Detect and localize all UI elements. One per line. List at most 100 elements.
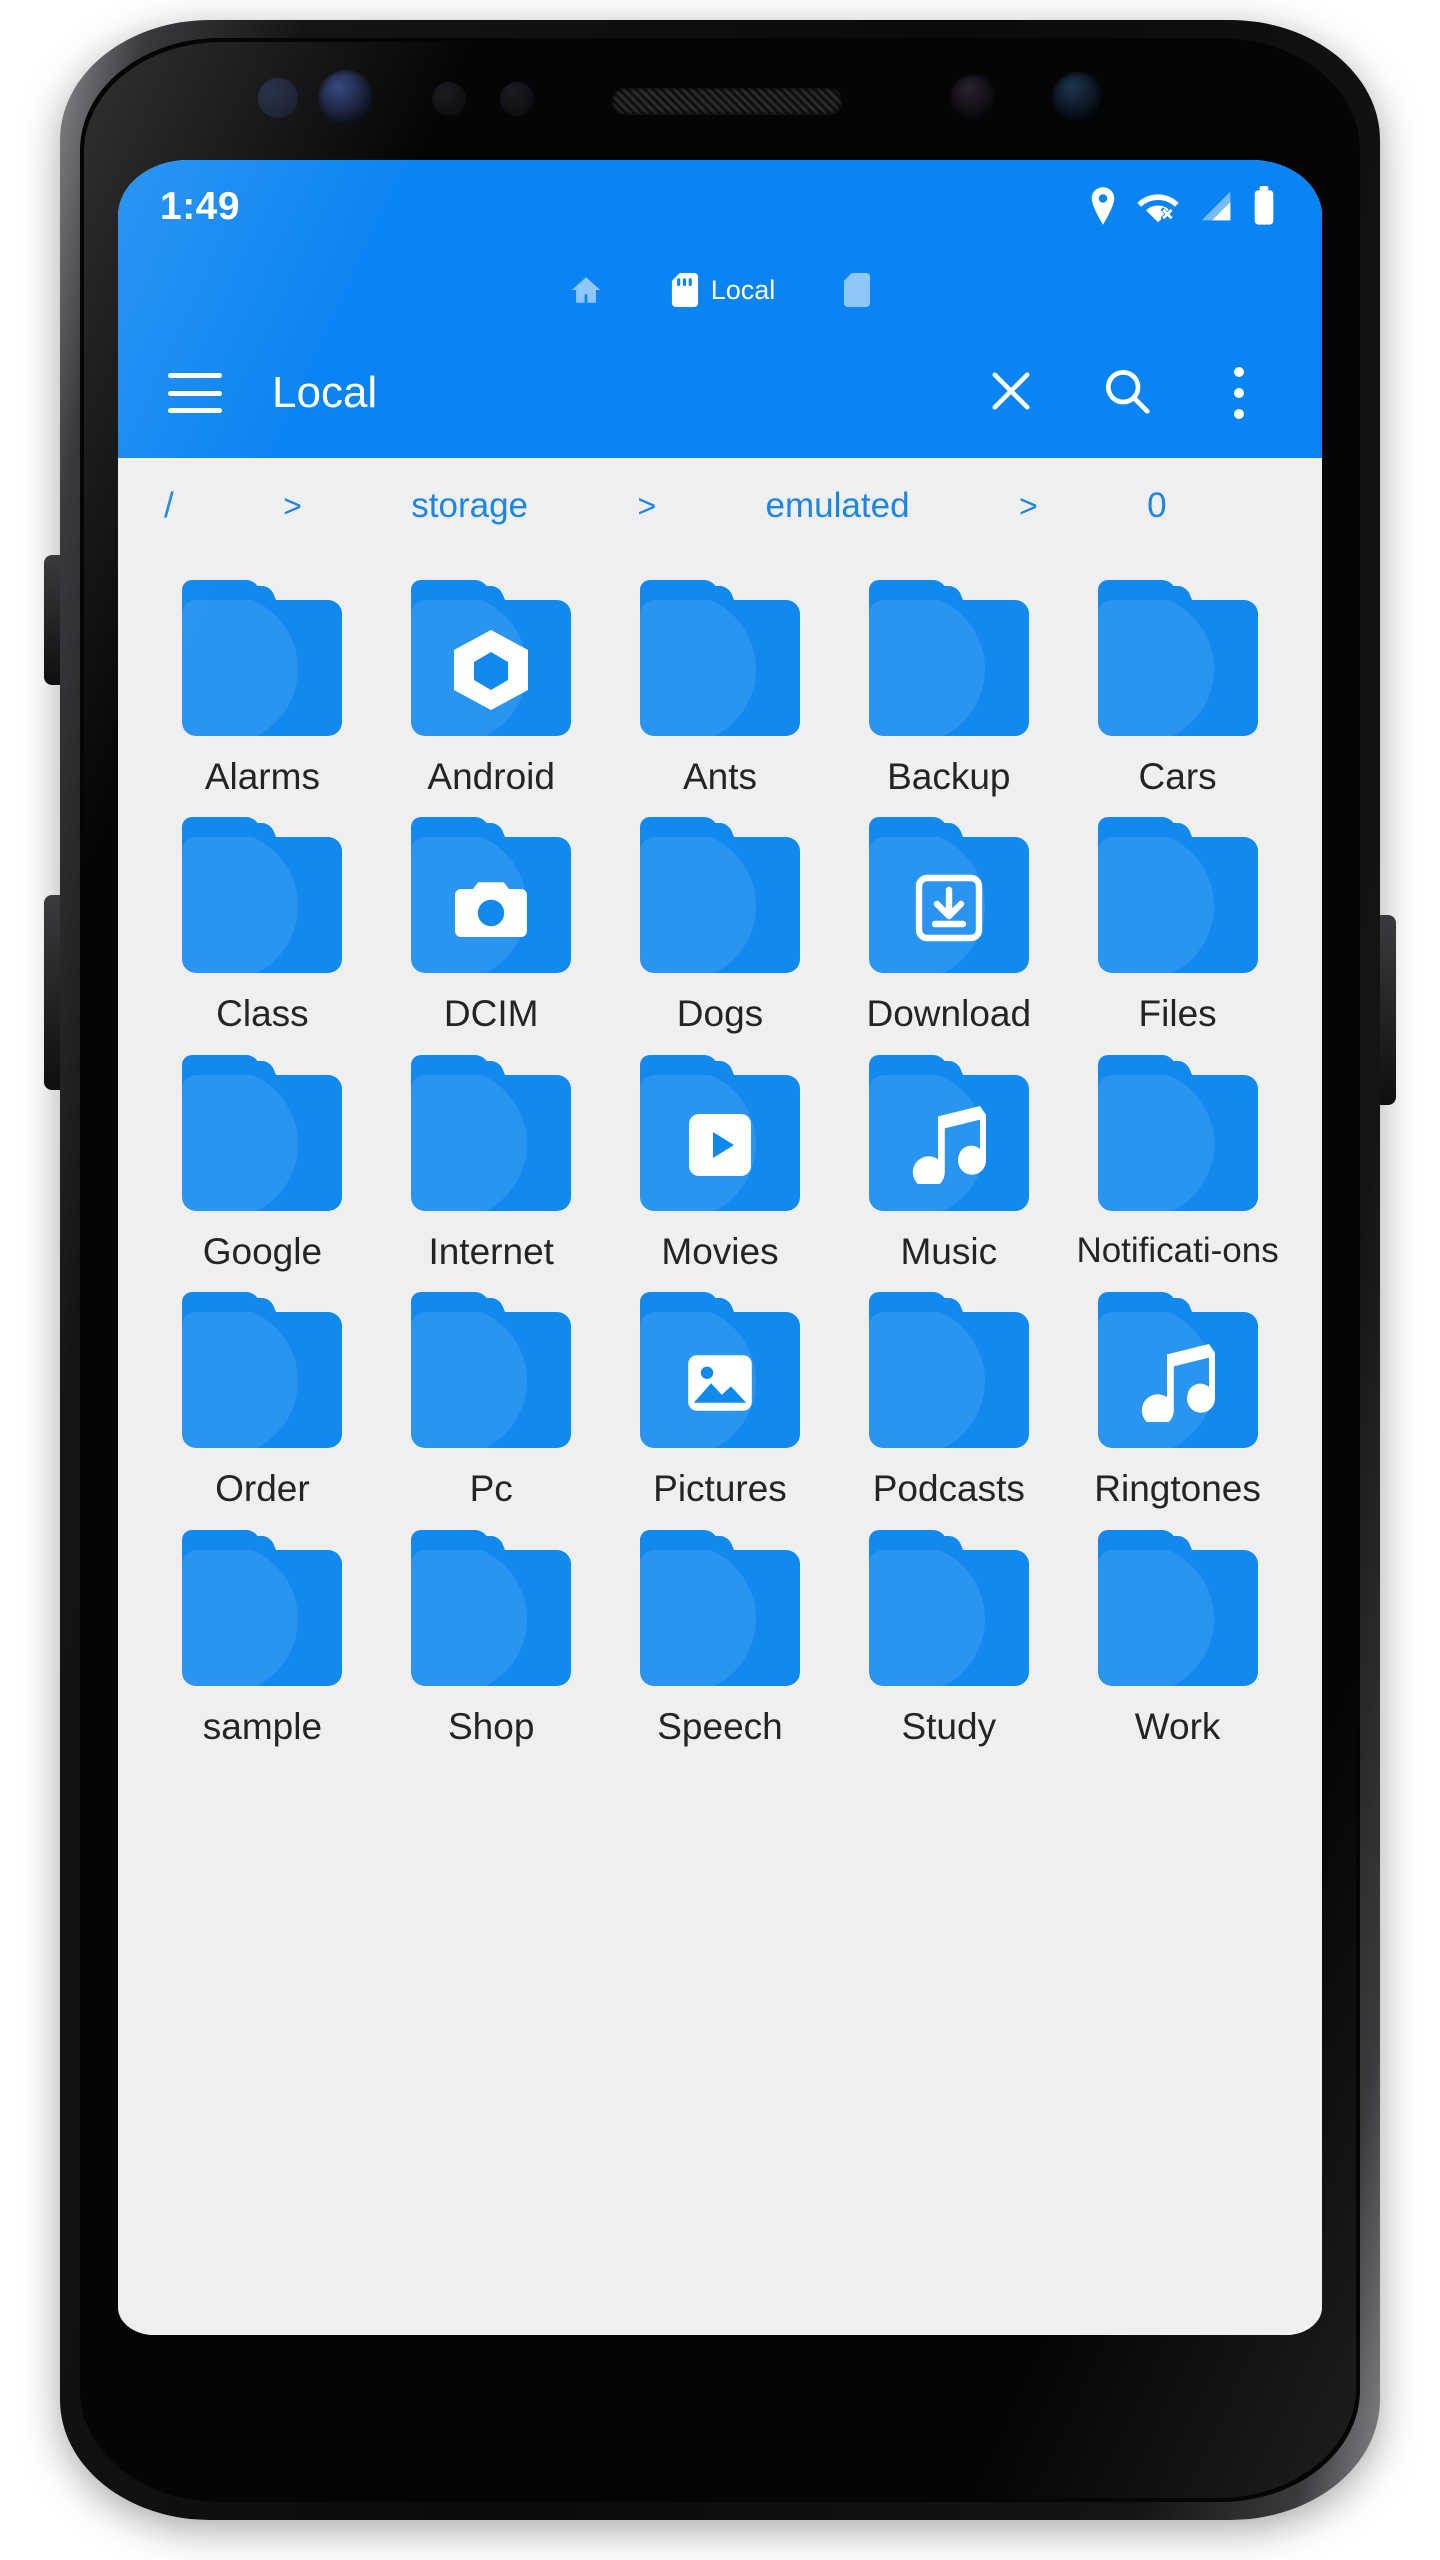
file-grid-item[interactable]: Shop — [377, 1516, 606, 1747]
file-name-label: sample — [203, 1706, 322, 1747]
folder-body — [640, 1550, 800, 1686]
file-grid-item[interactable]: Pc — [377, 1278, 606, 1509]
file-grid-item[interactable]: Cars — [1063, 566, 1292, 797]
file-name-label: Pc — [470, 1468, 513, 1509]
folder-body — [1098, 600, 1258, 736]
file-grid-item[interactable]: sample — [148, 1516, 377, 1747]
file-grid-item[interactable]: Google — [148, 1041, 377, 1272]
play-icon — [686, 1111, 754, 1179]
home-icon — [569, 273, 603, 307]
file-grid-item[interactable]: Files — [1063, 803, 1292, 1034]
close-button[interactable] — [968, 350, 1054, 436]
file-name-label: Android — [427, 756, 555, 797]
file-grid-item[interactable]: Download — [834, 803, 1063, 1034]
folder-body — [182, 1550, 342, 1686]
folder-icon — [869, 1055, 1029, 1211]
file-name-label: Download — [867, 993, 1032, 1034]
folder-icon — [182, 817, 342, 973]
wifi-off-icon — [1136, 189, 1180, 223]
file-grid-item[interactable]: Order — [148, 1278, 377, 1509]
breadcrumb-separator: > — [283, 488, 302, 525]
folder-icon — [640, 1292, 800, 1448]
overflow-menu-button[interactable] — [1196, 350, 1282, 436]
folder-icon — [182, 1292, 342, 1448]
breadcrumb-item-0[interactable]: 0 — [1147, 486, 1166, 526]
file-grid-item[interactable]: Speech — [606, 1516, 835, 1747]
tab-home[interactable] — [535, 252, 637, 328]
folder-body — [1098, 1550, 1258, 1686]
file-grid-item[interactable]: Ringtones — [1063, 1278, 1292, 1509]
file-name-label: Google — [203, 1231, 322, 1272]
file-grid-item[interactable]: Study — [834, 1516, 1063, 1747]
folder-icon — [869, 817, 1029, 973]
folder-icon — [182, 1055, 342, 1211]
file-grid-item[interactable]: Ants — [606, 566, 835, 797]
android-hexagon-icon — [454, 630, 528, 710]
file-name-label: Movies — [661, 1231, 778, 1272]
folder-body — [411, 1075, 571, 1211]
volume-down-button[interactable] — [44, 895, 60, 1090]
music-note-icon — [1141, 1344, 1215, 1422]
folder-body — [411, 1550, 571, 1686]
folder-body — [182, 600, 342, 736]
folder-icon — [1098, 817, 1258, 973]
file-name-label: Internet — [428, 1231, 553, 1272]
file-name-label: Order — [215, 1468, 310, 1509]
file-grid-item[interactable]: Work — [1063, 1516, 1292, 1747]
power-button[interactable] — [1380, 915, 1396, 1105]
folder-icon — [640, 1055, 800, 1211]
image-icon — [685, 1352, 755, 1414]
signal-icon — [1198, 189, 1234, 223]
breadcrumb-separator: > — [637, 488, 656, 525]
status-clock: 1:49 — [160, 187, 240, 226]
breadcrumb-item-storage[interactable]: storage — [411, 486, 528, 526]
file-grid-item[interactable]: Backup — [834, 566, 1063, 797]
close-icon — [985, 365, 1037, 422]
breadcrumb-item-emulated[interactable]: emulated — [766, 486, 910, 526]
folder-icon — [1098, 1530, 1258, 1686]
file-grid-item[interactable]: Alarms — [148, 566, 377, 797]
menu-button[interactable] — [152, 350, 238, 436]
status-icon-group — [1088, 186, 1276, 226]
file-grid-item[interactable]: Class — [148, 803, 377, 1034]
folder-icon — [869, 580, 1029, 736]
phone-screen: 1:49 — [118, 160, 1322, 2335]
file-grid-item[interactable]: Pictures — [606, 1278, 835, 1509]
search-button[interactable] — [1084, 350, 1170, 436]
tab-sdcard[interactable] — [809, 252, 905, 328]
file-grid-item[interactable]: DCIM — [377, 803, 606, 1034]
folder-body — [640, 600, 800, 736]
file-grid-item[interactable]: Internet — [377, 1041, 606, 1272]
folder-body — [411, 1312, 571, 1448]
kebab-icon — [1234, 367, 1244, 419]
folder-icon — [182, 1530, 342, 1686]
sdcard-icon — [671, 273, 699, 307]
volume-up-button[interactable] — [44, 555, 60, 685]
file-grid-item[interactable]: Music — [834, 1041, 1063, 1272]
file-grid-item[interactable]: Dogs — [606, 803, 835, 1034]
folder-icon — [411, 1530, 571, 1686]
folder-body — [182, 837, 342, 973]
folder-icon — [1098, 1292, 1258, 1448]
file-name-label: Shop — [448, 1706, 534, 1747]
folder-icon — [640, 1530, 800, 1686]
file-grid-item[interactable]: Movies — [606, 1041, 835, 1272]
file-name-label: Alarms — [205, 756, 320, 797]
breadcrumb-item-root[interactable]: / — [164, 486, 174, 526]
location-icon — [1088, 187, 1118, 225]
file-grid-item[interactable]: Android — [377, 566, 606, 797]
battery-icon — [1252, 186, 1276, 226]
tab-local-label: Local — [711, 275, 776, 306]
folder-body — [869, 1550, 1029, 1686]
tab-local[interactable]: Local — [637, 252, 810, 328]
file-name-label: Notificati-ons — [1076, 1231, 1278, 1270]
proximity-sensor — [258, 78, 298, 118]
file-grid-item[interactable]: Notificati-ons — [1063, 1041, 1292, 1272]
folder-icon — [1098, 580, 1258, 736]
file-name-label: Class — [216, 993, 309, 1034]
app-bar-title: Local — [272, 368, 968, 418]
light-sensor — [432, 82, 466, 116]
file-grid-item[interactable]: Podcasts — [834, 1278, 1063, 1509]
camera-icon — [455, 879, 527, 937]
file-name-label: Pictures — [653, 1468, 787, 1509]
